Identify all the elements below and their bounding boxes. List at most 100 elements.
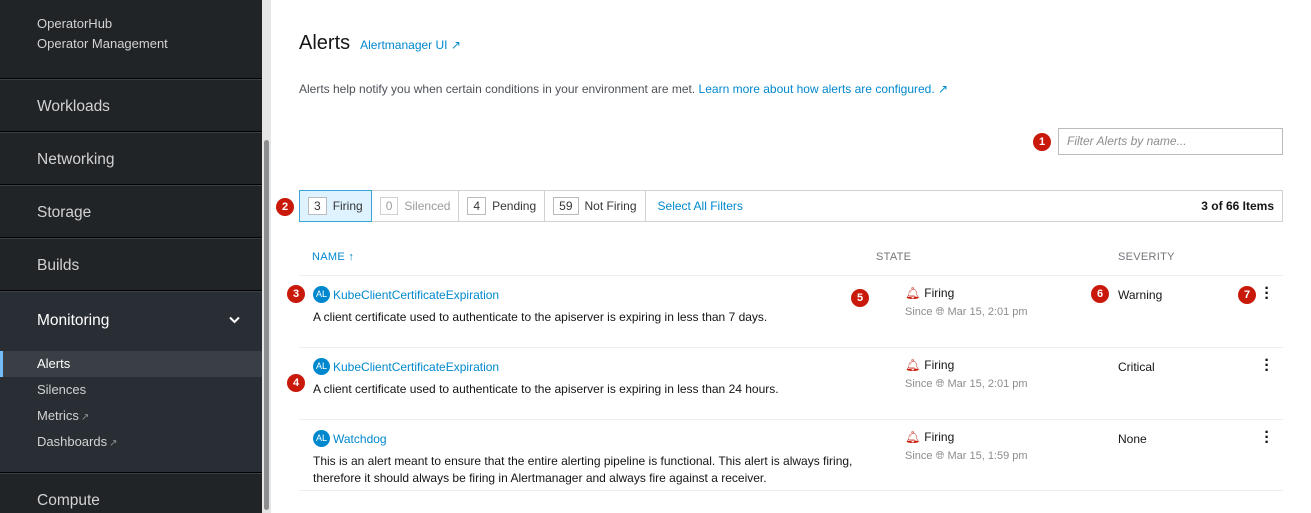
- alert-name-link[interactable]: KubeClientCertificateExpiration: [333, 288, 499, 302]
- sidebar-item-operatorhub[interactable]: OperatorHub: [0, 14, 262, 34]
- alert-name-cell: AL Watchdog This is an alert meant to ens…: [313, 430, 873, 487]
- alert-state-cell: 🔔︎ Firing Since 🌐︎ Mar 15, 2:01 pm: [905, 358, 1028, 391]
- alert-state-cell: 🔔︎ Firing Since 🌐︎ Mar 15, 2:01 pm: [905, 286, 1028, 319]
- title-row: Alerts Alertmanager UI ↗: [299, 32, 461, 55]
- description-text: Alerts help notify you when certain cond…: [299, 82, 699, 96]
- learn-more-link[interactable]: Learn more about how alerts are configur…: [699, 82, 949, 96]
- alert-time: Mar 15, 1:59 pm: [947, 450, 1028, 462]
- alert-name-cell: AL KubeClientCertificateExpiration A clie…: [313, 358, 873, 398]
- alertmanager-link-label: Alertmanager UI: [360, 38, 448, 52]
- filter-label: Silenced: [404, 199, 451, 213]
- globe-icon: 🌐︎: [935, 450, 945, 462]
- sort-asc-icon: ↑: [348, 251, 355, 263]
- sidebar-item-silences[interactable]: Silences: [0, 377, 262, 403]
- external-link-icon: ↗: [447, 38, 461, 52]
- filter-label: Not Firing: [584, 199, 637, 213]
- alert-since: Since 🌐︎ Mar 15, 1:59 pm: [905, 450, 1028, 463]
- learn-more-label: Learn more about how alerts are configur…: [698, 82, 935, 96]
- filter-alerts-input[interactable]: Filter Alerts by name...: [1058, 128, 1283, 155]
- alert-severity: None: [1118, 432, 1147, 446]
- callout-marker: 3: [287, 285, 305, 303]
- row-filter-bar: 3 Firing 0 Silenced 4 Pending 59 Not Fir…: [299, 189, 1283, 222]
- sidebar-item-compute[interactable]: Compute: [0, 473, 262, 513]
- select-all-filters-link[interactable]: Select All Filters: [646, 199, 743, 213]
- bell-icon: 🔔︎: [905, 358, 921, 372]
- alert-state: Firing: [924, 358, 955, 372]
- column-header-name[interactable]: NAME ↑: [312, 251, 354, 263]
- alertmanager-ui-link[interactable]: Alertmanager UI ↗: [360, 38, 461, 52]
- sidebar-item-monitoring[interactable]: Monitoring: [0, 291, 262, 349]
- callout-marker: 7: [1238, 286, 1256, 304]
- sidebar-item-label: Monitoring: [37, 312, 110, 329]
- column-header-state[interactable]: STATE: [876, 251, 911, 263]
- alert-state: Firing: [924, 286, 955, 300]
- kebab-menu-icon[interactable]: · · ·: [1262, 353, 1272, 379]
- alert-description: A client certificate used to authenticat…: [313, 310, 768, 324]
- table-row: AL KubeClientCertificateExpiration A clie…: [299, 275, 1283, 347]
- alert-time: Mar 15, 2:01 pm: [947, 306, 1028, 318]
- sidebar-item-workloads[interactable]: Workloads: [0, 79, 262, 132]
- alert-name-link[interactable]: KubeClientCertificateExpiration: [333, 360, 499, 374]
- chevron-down-icon: [229, 292, 240, 350]
- sidebar-item-storage[interactable]: Storage: [0, 185, 262, 238]
- items-count: 3 of 66 Items: [1201, 199, 1274, 213]
- monitoring-subnav: Alerts Silences Metrics ↗ Dashboards ↗: [0, 349, 262, 473]
- filter-firing[interactable]: 3 Firing: [299, 189, 372, 222]
- globe-icon: 🌐︎: [935, 378, 945, 390]
- filter-label: Firing: [332, 198, 363, 213]
- sidebar-item-label: Metrics: [37, 408, 79, 423]
- alert-severity: Critical: [1118, 360, 1155, 374]
- sidebar-scrollbar[interactable]: [262, 0, 271, 513]
- page-title: Alerts: [299, 32, 351, 54]
- filter-label: Pending: [492, 199, 537, 213]
- since-label: Since: [905, 306, 933, 318]
- external-link-icon: ↗: [109, 438, 118, 449]
- sidebar-item-operator-management[interactable]: Operator Management: [0, 34, 262, 54]
- filter-count: 59: [553, 197, 579, 215]
- page-description: Alerts help notify you when certain cond…: [299, 82, 948, 96]
- alert-time: Mar 15, 2:01 pm: [947, 378, 1028, 390]
- alert-state-cell: 🔔︎ Firing Since 🌐︎ Mar 15, 1:59 pm: [905, 430, 1028, 463]
- sidebar-item-dashboards[interactable]: Dashboards ↗: [0, 429, 262, 455]
- sidebar: OperatorHub Operator Management Workload…: [0, 0, 262, 513]
- since-label: Since: [905, 378, 933, 390]
- filter-count: 0: [379, 197, 399, 215]
- table-row: AL Watchdog This is an alert meant to ens…: [299, 419, 1283, 491]
- alert-description: This is an alert meant to ensure that th…: [313, 454, 853, 485]
- filter-pending[interactable]: 4 Pending: [459, 191, 546, 221]
- alert-since: Since 🌐︎ Mar 15, 2:01 pm: [905, 378, 1028, 391]
- filter-silenced[interactable]: 0 Silenced: [372, 191, 460, 221]
- table-row: AL KubeClientCertificateExpiration A clie…: [299, 347, 1283, 419]
- operators-subnav: OperatorHub Operator Management: [0, 0, 262, 79]
- column-header-label: NAME: [312, 251, 345, 263]
- callout-marker: 2: [276, 198, 294, 216]
- since-label: Since: [905, 450, 933, 462]
- globe-icon: 🌐︎: [935, 306, 945, 318]
- bell-icon: 🔔︎: [905, 286, 921, 300]
- alert-name-link[interactable]: Watchdog: [333, 432, 387, 446]
- alert-name-cell: AL KubeClientCertificateExpiration A clie…: [313, 286, 873, 326]
- filter-not-firing[interactable]: 59 Not Firing: [545, 191, 646, 221]
- scrollbar-thumb[interactable]: [264, 140, 269, 510]
- sidebar-item-label: Dashboards: [37, 434, 108, 449]
- kebab-menu-icon[interactable]: · · ·: [1262, 281, 1272, 307]
- kebab-menu-icon[interactable]: · · ·: [1262, 425, 1272, 451]
- sidebar-item-alerts[interactable]: Alerts: [0, 351, 262, 377]
- filter-count: 4: [467, 197, 487, 215]
- alert-rule-badge: AL: [313, 430, 330, 448]
- alert-rule-badge: AL: [313, 358, 330, 376]
- main-content: Alerts Alertmanager UI ↗ Alerts help not…: [271, 0, 1311, 513]
- callout-marker: 1: [1033, 133, 1051, 151]
- external-link-icon: ↗: [80, 412, 90, 423]
- alert-since: Since 🌐︎ Mar 15, 2:01 pm: [905, 306, 1028, 319]
- filter-count: 3: [308, 196, 327, 215]
- bell-icon: 🔔︎: [905, 430, 921, 444]
- column-header-severity[interactable]: SEVERITY: [1118, 251, 1175, 263]
- sidebar-item-builds[interactable]: Builds: [0, 238, 262, 291]
- alert-state: Firing: [924, 430, 955, 444]
- external-link-icon: ↗: [934, 82, 949, 96]
- sidebar-item-metrics[interactable]: Metrics ↗: [0, 403, 262, 429]
- alert-description: A client certificate used to authenticat…: [313, 382, 779, 396]
- alert-rule-badge: AL: [313, 286, 330, 304]
- sidebar-item-networking[interactable]: Networking: [0, 132, 262, 185]
